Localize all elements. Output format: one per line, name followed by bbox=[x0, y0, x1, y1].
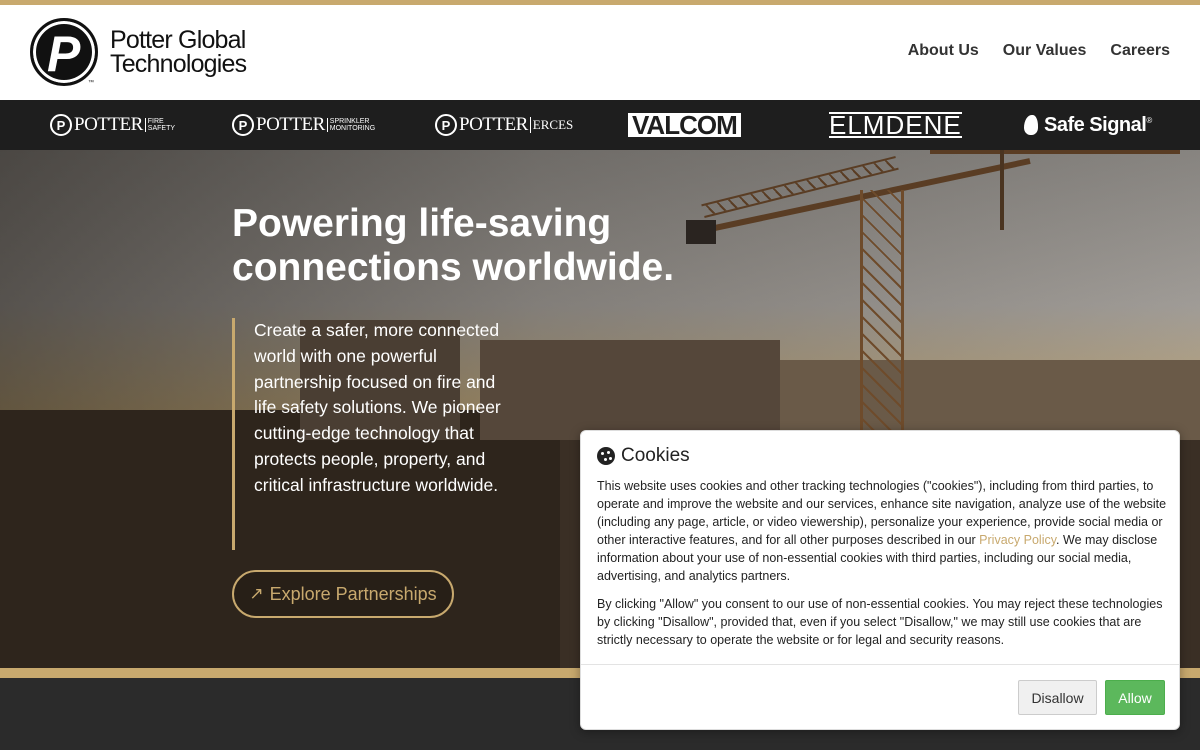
cta-label: Explore Partnerships bbox=[269, 583, 437, 604]
allow-button[interactable]: Allow bbox=[1105, 680, 1165, 715]
brand-elmdene[interactable]: ELMDENE bbox=[829, 112, 962, 138]
cookie-title-text: Cookies bbox=[621, 445, 690, 466]
brand-name: Safe Signal bbox=[1044, 113, 1147, 136]
nav-about-us[interactable]: About Us bbox=[908, 42, 979, 60]
logo-text: Potter Global Technologies bbox=[110, 26, 247, 78]
logo-line1: Potter Global bbox=[110, 26, 246, 54]
disallow-button[interactable]: Disallow bbox=[1018, 680, 1097, 715]
brand-name: POTTER bbox=[256, 114, 325, 135]
explore-partnerships-button[interactable]: ↗ Explore Partnerships bbox=[232, 570, 454, 618]
cookie-divider bbox=[581, 664, 1179, 665]
potter-p-icon: P bbox=[232, 114, 254, 136]
site-logo[interactable]: P ™ Potter Global Technologies bbox=[30, 18, 247, 86]
brand-potter-fire-safety[interactable]: P POTTER FIRE SAFETY bbox=[50, 112, 185, 138]
cookie-consent-dialog: Cookies This website uses cookies and ot… bbox=[580, 430, 1180, 730]
nav-careers[interactable]: Careers bbox=[1110, 42, 1170, 60]
brand-name: VALCOM bbox=[628, 112, 741, 138]
site-header: P ™ Potter Global Technologies About Us … bbox=[0, 5, 1200, 100]
brand-sub: FIRE SAFETY bbox=[144, 118, 185, 132]
registered-mark: ® bbox=[1146, 116, 1153, 125]
hero-description: Create a safer, more connected world wit… bbox=[232, 318, 502, 550]
cookie-paragraph-1: This website uses cookies and other trac… bbox=[597, 477, 1167, 585]
brand-safe-signal[interactable]: Safe Signal ® bbox=[1024, 112, 1152, 138]
brand-name: POTTER bbox=[74, 114, 143, 135]
hero-title: Powering life-saving connections worldwi… bbox=[232, 202, 675, 289]
brand-bar: P POTTER FIRE SAFETY P POTTER SPRINKLER … bbox=[0, 100, 1200, 150]
privacy-policy-link[interactable]: Privacy Policy bbox=[979, 533, 1056, 547]
cookie-paragraph-2: By clicking "Allow" you consent to our u… bbox=[597, 597, 1163, 647]
brand-potter-erces[interactable]: P POTTER ERCES bbox=[435, 112, 573, 138]
cookie-dialog-body: This website uses cookies and other trac… bbox=[597, 477, 1167, 659]
cookie-dialog-title: Cookies bbox=[597, 445, 690, 467]
cookie-icon bbox=[597, 447, 615, 465]
logo-line2: Technologies bbox=[110, 50, 247, 78]
potter-logo-icon: P bbox=[30, 18, 98, 86]
potter-p-icon: P bbox=[50, 114, 72, 136]
brand-potter-sprinkler[interactable]: P POTTER SPRINKLER MONITORING bbox=[232, 112, 383, 138]
main-nav: About Us Our Values Careers bbox=[908, 42, 1170, 60]
flame-icon bbox=[1024, 115, 1038, 135]
brand-sub: SPRINKLER MONITORING bbox=[326, 118, 383, 132]
arrow-up-right-icon: ↗ bbox=[249, 584, 264, 603]
brand-name: ELMDENE bbox=[829, 110, 962, 140]
brand-sub: ERCES bbox=[529, 117, 573, 133]
potter-p-icon: P bbox=[435, 114, 457, 136]
brand-valcom[interactable]: VALCOM bbox=[628, 112, 741, 138]
brand-name: POTTER bbox=[459, 114, 528, 135]
trademark-mark: ™ bbox=[88, 80, 94, 86]
nav-our-values[interactable]: Our Values bbox=[1003, 42, 1087, 60]
